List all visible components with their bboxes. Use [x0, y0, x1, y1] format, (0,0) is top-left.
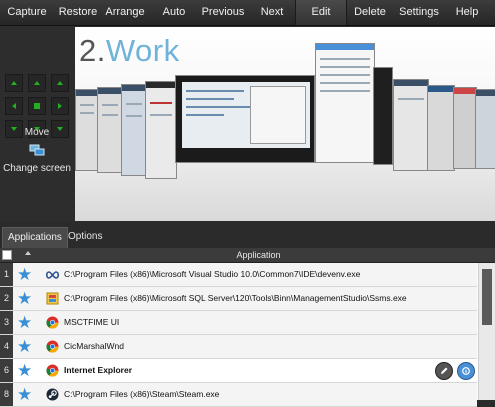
- window-thumbnail[interactable]: [75, 89, 99, 171]
- change-screen-button[interactable]: Change screen: [0, 163, 74, 174]
- workspace-preview[interactable]: 2.Work: [75, 27, 495, 221]
- window-thumbnail[interactable]: [475, 89, 495, 169]
- workspace-title: 2.Work: [79, 33, 180, 69]
- workspace-name: Work: [105, 33, 180, 68]
- application-path: C:\Program Files (x86)\Microsoft SQL Ser…: [64, 293, 407, 303]
- table-row[interactable]: 4 ★ CicMarshalWnd: [0, 335, 477, 359]
- arrow-right-icon: [58, 103, 62, 109]
- column-header-application[interactable]: Application: [40, 248, 477, 262]
- window-thumbnail[interactable]: [315, 43, 375, 163]
- ssms-icon: [46, 292, 59, 305]
- tab-options[interactable]: Options: [63, 227, 107, 247]
- row-number: 6: [0, 359, 13, 382]
- help-button[interactable]: Help: [452, 0, 482, 25]
- select-all-checkbox[interactable]: [2, 250, 12, 260]
- arrow-left-icon: [12, 103, 16, 109]
- info-icon[interactable]: [457, 362, 475, 380]
- tab-applications[interactable]: Applications: [2, 227, 68, 248]
- edit-button[interactable]: Edit: [295, 0, 347, 25]
- chrome-icon: [46, 340, 59, 353]
- table-header: Application: [0, 248, 495, 263]
- window-thumbnail[interactable]: [145, 81, 177, 179]
- window-thumbnail[interactable]: [453, 87, 477, 169]
- window-thumbnail[interactable]: [121, 84, 147, 176]
- restore-button[interactable]: Restore: [55, 0, 101, 25]
- table-row[interactable]: 1 ★ C:\Program Files (x86)\Microsoft Vis…: [0, 263, 477, 287]
- capture-button[interactable]: Capture: [2, 0, 52, 25]
- infinity-icon: [46, 268, 59, 281]
- window-thumbnail[interactable]: [427, 85, 455, 171]
- scrollbar-thumb[interactable]: [482, 269, 492, 325]
- toolbar: Capture Restore Arrange Auto Previous Ne…: [0, 0, 495, 26]
- application-path: MSCTFIME UI: [64, 317, 120, 327]
- window-thumbnail[interactable]: [97, 87, 123, 173]
- row-number: 8: [0, 383, 13, 406]
- applications-table: Application 1 ★ C:\Program Files (x86)\M…: [0, 248, 495, 407]
- row-number: 4: [0, 335, 13, 358]
- window-thumbnail-center[interactable]: [175, 75, 315, 163]
- table-rows: 1 ★ C:\Program Files (x86)\Microsoft Vis…: [0, 263, 477, 407]
- move-right-button[interactable]: [51, 97, 69, 115]
- settings-button[interactable]: Settings: [395, 0, 443, 25]
- star-icon[interactable]: ★: [17, 314, 32, 331]
- center-square-icon: [34, 103, 40, 109]
- arrange-button[interactable]: Arrange: [103, 0, 147, 25]
- star-icon[interactable]: ★: [17, 362, 32, 379]
- star-icon[interactable]: ★: [17, 266, 32, 283]
- table-row[interactable]: 2 ★ C:\Program Files (x86)\Microsoft SQL…: [0, 287, 477, 311]
- table-row-selected[interactable]: 6 ★ Internet Explorer: [0, 359, 477, 383]
- workspace-number: 2.: [79, 33, 106, 68]
- move-left-button[interactable]: [5, 97, 23, 115]
- auto-button[interactable]: Auto: [156, 0, 192, 25]
- next-button[interactable]: Next: [256, 0, 288, 25]
- application-path: C:\Program Files (x86)\Microsoft Visual …: [64, 269, 361, 279]
- move-up-left-button[interactable]: [5, 74, 23, 92]
- table-row[interactable]: 8 ★ C:\Program Files (x86)\Steam\Steam.e…: [0, 383, 477, 407]
- window-thumbnail[interactable]: [393, 79, 429, 171]
- steam-icon: [46, 388, 59, 401]
- table-row[interactable]: 3 ★ MSCTFIME UI: [0, 311, 477, 335]
- delete-button[interactable]: Delete: [351, 0, 389, 25]
- row-number: 2: [0, 287, 13, 310]
- arrow-up-icon: [34, 81, 40, 85]
- star-icon[interactable]: ★: [17, 290, 32, 307]
- left-panel: Move Change screen: [0, 26, 74, 222]
- edit-pencil-icon[interactable]: [435, 362, 453, 380]
- sort-arrow-icon[interactable]: [25, 251, 31, 255]
- chrome-icon: [46, 364, 59, 377]
- previous-button[interactable]: Previous: [199, 0, 247, 25]
- star-icon[interactable]: ★: [17, 386, 32, 403]
- move-up-right-button[interactable]: [51, 74, 69, 92]
- arrow-up-icon: [11, 81, 17, 85]
- change-screen-icon[interactable]: [28, 143, 46, 157]
- chrome-icon: [46, 316, 59, 329]
- row-number: 1: [0, 263, 13, 286]
- application-path: C:\Program Files (x86)\Steam\Steam.exe: [64, 389, 220, 399]
- move-up-button[interactable]: [28, 74, 46, 92]
- table-scrollbar[interactable]: [478, 263, 495, 400]
- window-thumbnail[interactable]: [373, 67, 393, 165]
- move-label: Move: [24, 127, 50, 138]
- application-path: CicMarshalWnd: [64, 341, 124, 351]
- star-icon[interactable]: ★: [17, 338, 32, 355]
- arrow-up-icon: [57, 81, 63, 85]
- tab-bar: Applications Options: [0, 224, 495, 248]
- row-number: 3: [0, 311, 13, 334]
- application-path: Internet Explorer: [64, 365, 133, 375]
- move-center-button[interactable]: [28, 97, 46, 115]
